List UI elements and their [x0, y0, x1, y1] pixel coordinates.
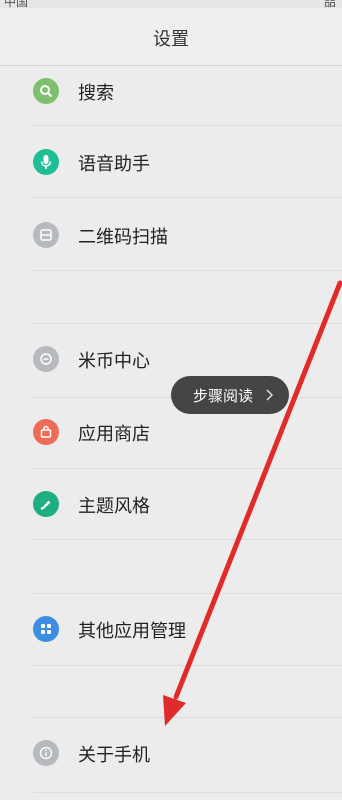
settings-item-label: 米币中心: [78, 351, 150, 372]
divider: [33, 270, 342, 271]
divider: [33, 717, 342, 718]
microphone-icon: [33, 149, 59, 175]
settings-item-label: 二维码扫描: [78, 227, 168, 248]
status-bar: 中国 㗊: [0, 0, 342, 9]
settings-item-label: 搜索: [78, 83, 114, 104]
settings-item-mi-coin-center[interactable]: 米币中心: [0, 330, 342, 390]
settings-item-label: 语音助手: [78, 154, 150, 175]
divider: [33, 593, 342, 594]
status-icon-text: 㗊: [323, 0, 336, 9]
settings-item-app-store[interactable]: 应用商店: [0, 403, 342, 463]
paint-brush-icon: [33, 491, 59, 517]
divider: [33, 125, 342, 126]
settings-item-qr-scan[interactable]: 二维码扫描: [0, 204, 342, 264]
chevron-right-icon: [266, 389, 274, 401]
mi-coin-icon: [33, 346, 59, 372]
divider: [33, 792, 342, 793]
divider: [33, 468, 342, 469]
step-reading-label: 步骤阅读: [193, 386, 254, 405]
settings-item-theme-style[interactable]: 主题风格: [0, 475, 342, 535]
settings-item-voice-assistant[interactable]: 语音助手: [0, 130, 342, 190]
settings-item-other-app-management[interactable]: 其他应用管理: [0, 600, 342, 660]
search-icon: [33, 78, 59, 104]
settings-item-about-phone[interactable]: 关于手机: [0, 723, 342, 783]
divider: [33, 323, 342, 324]
settings-item-label: 其他应用管理: [78, 621, 186, 642]
step-reading-button[interactable]: 步骤阅读: [171, 376, 289, 414]
settings-item-label: 应用商店: [78, 424, 150, 445]
settings-item-label: 主题风格: [78, 496, 150, 517]
settings-item-label: 关于手机: [78, 745, 150, 766]
settings-header: 设置: [0, 8, 342, 66]
page-title: 设置: [153, 29, 189, 50]
divider: [33, 665, 342, 666]
shopping-bag-icon: [33, 419, 59, 445]
qr-scan-icon: [33, 222, 59, 248]
carrier-text: 中国: [4, 0, 29, 9]
app-grid-icon: [33, 616, 59, 642]
divider: [33, 197, 342, 198]
info-icon: [33, 740, 59, 766]
settings-item-search[interactable]: 搜索: [0, 66, 342, 125]
divider: [33, 539, 342, 540]
